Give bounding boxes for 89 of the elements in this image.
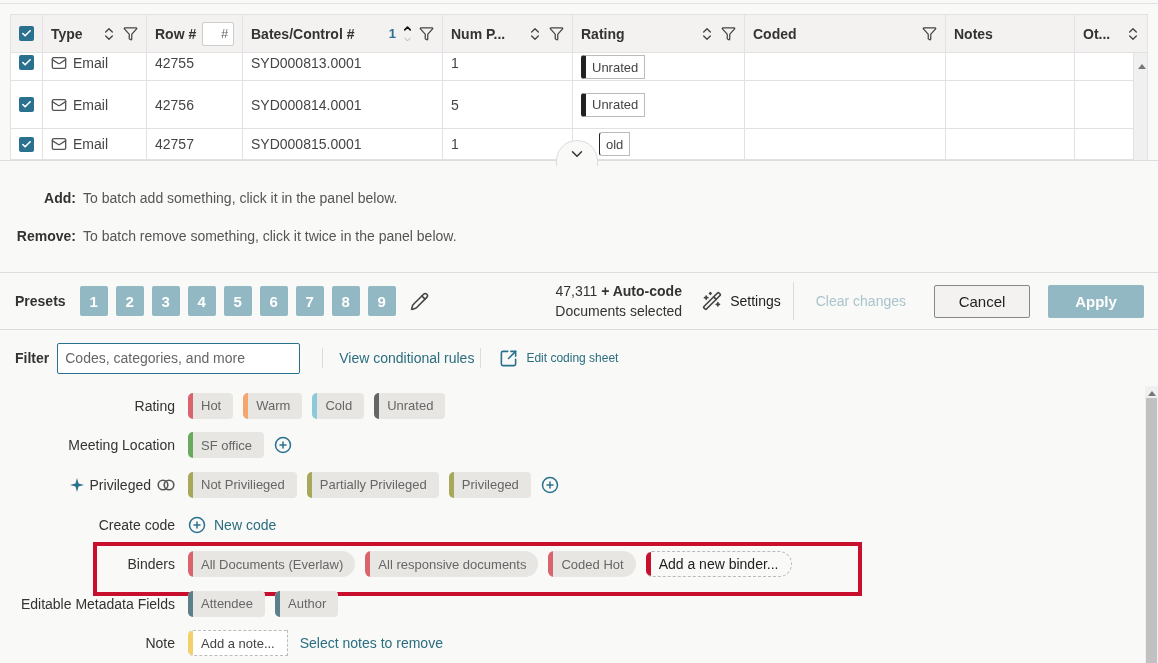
- filter-icon[interactable]: [721, 26, 736, 41]
- magic-wand-icon: [702, 291, 723, 311]
- table-cell: 5: [451, 96, 459, 113]
- table-cell: SYD000814.0001: [251, 96, 362, 113]
- selection-count: 47,311 + Auto-code: [555, 282, 682, 301]
- batch-label: Remove:: [15, 227, 76, 244]
- external-link-icon: [499, 348, 519, 368]
- code-tag[interactable]: Privileged: [448, 471, 531, 498]
- table-cell: 42756: [155, 96, 194, 113]
- column-header[interactable]: Notes: [954, 25, 993, 42]
- presets-label: Presets: [15, 293, 66, 309]
- column-header[interactable]: Type: [51, 25, 83, 42]
- settings-button[interactable]: Settings: [702, 282, 794, 320]
- add-button[interactable]: [274, 436, 293, 455]
- category-label: Rating: [134, 397, 175, 414]
- select-all-checkbox[interactable]: [19, 26, 34, 41]
- code-tag[interactable]: Not Privilieged: [188, 471, 297, 498]
- table-cell: SYD000813.0001: [251, 55, 362, 71]
- checkmark-icon: [21, 28, 32, 39]
- category-label: Note: [145, 635, 175, 652]
- rating-tag: Unrated: [581, 55, 646, 79]
- plus-circle-icon: [540, 475, 559, 494]
- code-tag[interactable]: SF office: [188, 432, 265, 459]
- category-label: Create code: [98, 516, 175, 533]
- column-header[interactable]: Num P...: [451, 25, 506, 42]
- checkmark-icon: [21, 138, 32, 150]
- column-header[interactable]: Rating: [581, 25, 625, 42]
- code-tag[interactable]: Cold: [312, 392, 365, 419]
- code-tag[interactable]: Author: [275, 590, 339, 617]
- filter-icon[interactable]: [549, 26, 564, 41]
- code-tag[interactable]: Hot: [188, 392, 234, 419]
- plus-circle-icon: [274, 436, 293, 455]
- pencil-icon[interactable]: [409, 291, 429, 311]
- checkmark-icon: [21, 57, 32, 68]
- table-cell: Email: [73, 136, 108, 152]
- new-code-link[interactable]: New code: [188, 515, 277, 534]
- table-cell: SYD000815.0001: [251, 136, 362, 152]
- batch-hint: To batch add something, click it in the panel below.: [83, 189, 399, 206]
- edit-coding-sheet-link[interactable]: Edit coding sheet: [499, 348, 619, 368]
- code-tag[interactable]: Attendee: [188, 590, 266, 617]
- row-checkbox[interactable]: [19, 136, 34, 152]
- table-scrollbar[interactable]: [1134, 53, 1147, 160]
- category-label: Meeting Location: [68, 437, 175, 454]
- new-binder-field[interactable]: Add a new binder...: [645, 551, 792, 578]
- sort-order: 1: [388, 26, 396, 41]
- column-header[interactable]: Coded: [753, 25, 797, 42]
- code-tag[interactable]: All Documents (Everlaw): [188, 551, 356, 578]
- table-cell: Email: [73, 55, 108, 71]
- cancel-button[interactable]: Cancel: [934, 284, 1030, 318]
- table-cell: 1: [451, 55, 459, 71]
- batch-hint: To batch remove something, click it twice in the panel below.: [83, 227, 458, 244]
- mail-icon: [51, 136, 67, 152]
- rating-tag: old: [599, 132, 631, 156]
- select-notes-link[interactable]: Select notes to remove: [299, 635, 443, 652]
- mail-icon: [51, 96, 67, 113]
- column-header[interactable]: Ot...: [1083, 25, 1111, 42]
- plus-circle-icon: [188, 515, 206, 534]
- category-label: Privileged: [89, 476, 151, 493]
- add-button[interactable]: [540, 475, 559, 494]
- table-cell: 1: [451, 136, 459, 152]
- filter-label: Filter: [15, 350, 50, 366]
- overlap-circles-icon[interactable]: [157, 478, 175, 491]
- filter-icon[interactable]: [123, 26, 138, 41]
- batch-label: Add:: [43, 189, 76, 206]
- code-tag[interactable]: Warm: [243, 392, 303, 419]
- rating-tag: Unrated: [581, 92, 646, 117]
- filter-field[interactable]: Codes, categories, and more: [57, 342, 301, 374]
- conditional-rules-link[interactable]: View conditional rules: [339, 350, 475, 366]
- filter-icon[interactable]: [922, 26, 937, 41]
- code-tag[interactable]: Unrated: [374, 392, 446, 419]
- code-tag[interactable]: All responsive documents: [365, 551, 539, 578]
- filter-icon[interactable]: [419, 26, 434, 41]
- row-checkbox[interactable]: [19, 97, 34, 112]
- selection-caption: Documents selected: [555, 302, 683, 321]
- note-field[interactable]: Add a note...: [188, 630, 288, 657]
- column-header[interactable]: Bates/Control #: [251, 25, 355, 42]
- code-tag[interactable]: Partially Privileged: [306, 471, 439, 498]
- column-header[interactable]: Row #: [155, 25, 197, 42]
- table-cell: Email: [73, 96, 108, 113]
- code-tag[interactable]: Coded Hot: [548, 551, 636, 578]
- mail-icon: [51, 55, 67, 71]
- category-label: Editable Metadata Fields: [20, 595, 175, 612]
- checkmark-icon: [21, 99, 32, 110]
- panel-scrollbar[interactable]: [1145, 386, 1158, 663]
- table-cell: 42757: [155, 136, 194, 152]
- category-label: Binders: [127, 556, 175, 573]
- table-cell: 42755: [155, 55, 194, 71]
- row-checkbox[interactable]: [19, 55, 34, 70]
- row-number-field[interactable]: #: [202, 21, 235, 46]
